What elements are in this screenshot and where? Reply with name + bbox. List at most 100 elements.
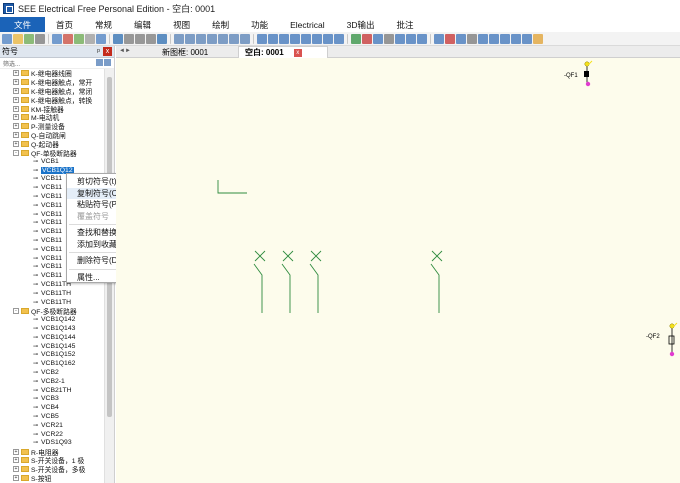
toolbar-tool-icon[interactable]: [290, 33, 300, 44]
menu-item-2[interactable]: 常规: [84, 17, 123, 32]
menu-item-3[interactable]: 编辑: [123, 17, 162, 32]
drawing-canvas[interactable]: -QF1 -QF2: [116, 58, 680, 483]
tree-symbol[interactable]: ⊸ VCB1Q142: [0, 315, 104, 324]
qf1-symbol[interactable]: -QF1: [564, 60, 593, 87]
toolbar-tool-icon[interactable]: [511, 33, 521, 44]
toolbar-tool-icon[interactable]: [445, 33, 455, 44]
collapse-icon[interactable]: -: [13, 307, 19, 314]
toolbar-tool-icon[interactable]: [135, 33, 145, 44]
expand-icon[interactable]: +: [13, 131, 19, 138]
expand-icon[interactable]: +: [13, 448, 19, 455]
toolbar-tool-icon[interactable]: [279, 33, 289, 44]
expand-icon[interactable]: +: [13, 79, 19, 86]
toolbar-tool-icon[interactable]: [395, 33, 405, 44]
tree-symbol[interactable]: ⊸ VCB1: [0, 157, 104, 166]
toolbar-tool-icon[interactable]: [207, 33, 217, 44]
tree-folder[interactable]: + S-按钮: [0, 474, 104, 483]
toolbar-tool-icon[interactable]: [434, 33, 444, 44]
toolbar-tool-icon[interactable]: [240, 33, 250, 44]
breaker-contacts[interactable]: [253, 250, 443, 313]
toolbar-tool-icon[interactable]: [157, 33, 167, 44]
toolbar-tool-icon[interactable]: [312, 33, 322, 44]
tree-symbol[interactable]: ⊸ VCB2: [0, 368, 104, 377]
tree-symbol[interactable]: ⊸ VCB1Q162: [0, 359, 104, 368]
tree-symbol[interactable]: ⊸ VCB1Q143: [0, 324, 104, 333]
menu-item-7[interactable]: Electrical: [279, 17, 335, 32]
toolbar-tool-icon[interactable]: [174, 33, 184, 44]
toolbar-tool-icon[interactable]: [113, 33, 123, 44]
toolbar-tool-icon[interactable]: [52, 33, 62, 44]
menu-item-1[interactable]: 首页: [45, 17, 84, 32]
tree-folder[interactable]: - QF-多极断路器: [0, 307, 104, 316]
menu-item-9[interactable]: 批注: [385, 17, 424, 32]
tree-symbol[interactable]: ⊸ VCB21TH: [0, 386, 104, 395]
toolbar-tool-icon[interactable]: [257, 33, 267, 44]
menu-item-8[interactable]: 3D输出: [336, 17, 386, 32]
pin-icon[interactable]: ᵖ: [97, 47, 100, 56]
toolbar-tool-icon[interactable]: [2, 33, 12, 44]
tree-folder[interactable]: - QF-单极断路器: [0, 148, 104, 158]
toolbar-tool-icon[interactable]: [456, 33, 466, 44]
toolbar-tool-icon[interactable]: [533, 33, 543, 44]
toolbar-tool-icon[interactable]: [35, 33, 45, 44]
tab-close-button[interactable]: x: [293, 48, 302, 57]
expand-icon[interactable]: +: [13, 466, 19, 473]
toolbar-tool-icon[interactable]: [74, 33, 84, 44]
expand-icon[interactable]: +: [13, 105, 19, 112]
menu-item-0[interactable]: 文件: [0, 17, 46, 32]
tab-nav-arrows-icon[interactable]: ◄►: [119, 48, 131, 54]
toolbar-tool-icon[interactable]: [334, 33, 344, 44]
toolbar-tool-icon[interactable]: [373, 33, 383, 44]
toolbar-tool-icon[interactable]: [229, 33, 239, 44]
expand-icon[interactable]: +: [13, 70, 19, 77]
filter-clear-icon[interactable]: [104, 59, 111, 66]
toolbar-tool-icon[interactable]: [351, 33, 361, 44]
expand-icon[interactable]: +: [13, 87, 19, 94]
tree-folder[interactable]: + S-开关设备，多极: [0, 465, 104, 474]
expand-icon[interactable]: +: [13, 457, 19, 464]
toolbar-tool-icon[interactable]: [85, 33, 95, 44]
panel-close-button[interactable]: x: [103, 47, 112, 56]
toolbar-tool-icon[interactable]: [63, 33, 73, 44]
qf2-symbol[interactable]: -QF2: [646, 322, 678, 357]
toolbar-tool-icon[interactable]: [124, 33, 134, 44]
tree-symbol[interactable]: ⊸ VCR21: [0, 421, 104, 430]
toolbar-tool-icon[interactable]: [96, 33, 106, 44]
toolbar-tool-icon[interactable]: [467, 33, 477, 44]
toolbar-tool-icon[interactable]: [417, 33, 427, 44]
expand-icon[interactable]: +: [13, 140, 19, 147]
toolbar-tool-icon[interactable]: [489, 33, 499, 44]
tree-symbol[interactable]: ⊸ VCR22: [0, 430, 104, 439]
toolbar-tool-icon[interactable]: [522, 33, 532, 44]
toolbar-tool-icon[interactable]: [478, 33, 488, 44]
filter-options-icon[interactable]: [96, 59, 103, 66]
tree-symbol[interactable]: ⊸ VCB1Q144: [0, 333, 104, 342]
toolbar-tool-icon[interactable]: [406, 33, 416, 44]
toolbar-tool-icon[interactable]: [185, 33, 195, 44]
tree-symbol[interactable]: ⊸ VCB1Q145: [0, 342, 104, 351]
toolbar-tool-icon[interactable]: [500, 33, 510, 44]
tree-symbol[interactable]: ⊸ VCB5: [0, 412, 104, 421]
toolbar-tool-icon[interactable]: [196, 33, 206, 44]
toolbar-tool-icon[interactable]: [24, 33, 34, 44]
toolbar-tool-icon[interactable]: [323, 33, 333, 44]
toolbar-tool-icon[interactable]: [146, 33, 156, 44]
tree-symbol[interactable]: ⊸ VCB4: [0, 403, 104, 412]
expand-icon[interactable]: +: [13, 475, 19, 482]
menu-item-6[interactable]: 功能: [240, 17, 279, 32]
collapse-icon[interactable]: -: [13, 149, 19, 156]
expand-icon[interactable]: +: [13, 96, 19, 103]
menu-item-5[interactable]: 绘制: [201, 17, 240, 32]
tree-symbol[interactable]: ⊸ VCB2-1: [0, 377, 104, 386]
tab-new-frame[interactable]: 新图框: 0001: [156, 46, 238, 58]
tree-symbol[interactable]: ⊸ VCB3: [0, 394, 104, 403]
tree-symbol[interactable]: ⊸ VCB11TH: [0, 289, 104, 298]
expand-icon[interactable]: +: [13, 123, 19, 130]
wire-segment[interactable]: [217, 180, 247, 194]
toolbar-tool-icon[interactable]: [268, 33, 278, 44]
menu-item-4[interactable]: 视图: [162, 17, 201, 32]
symbol-filter-input[interactable]: 筛选...: [0, 58, 114, 69]
toolbar-tool-icon[interactable]: [301, 33, 311, 44]
toolbar-tool-icon[interactable]: [362, 33, 372, 44]
toolbar-tool-icon[interactable]: [218, 33, 228, 44]
